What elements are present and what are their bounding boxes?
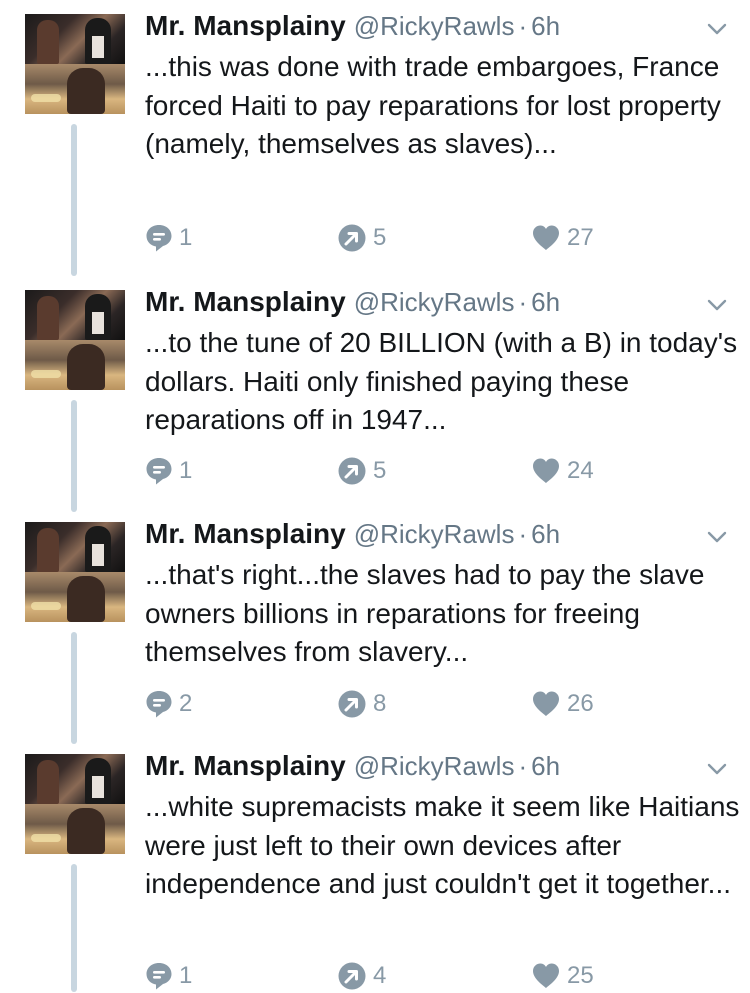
retweet-count: 5 [373,457,387,484]
tweet-text: ...to the tune of 20 BILLION (with a B) … [145,327,738,435]
separator-dot: · [518,287,528,317]
tweet-text: ...white supremacists make it seem like … [145,791,740,899]
retweet-icon [337,961,367,991]
heart-icon [531,690,561,718]
avatar[interactable] [25,290,125,390]
like-button[interactable]: 26 [531,687,594,721]
retweet-count: 5 [373,224,387,251]
reply-count: 1 [179,962,193,989]
thread-line [71,864,77,992]
reply-icon [145,223,173,253]
retweet-button[interactable]: 5 [337,454,386,488]
reply-button[interactable]: 1 [145,221,192,255]
retweet-icon [337,456,367,486]
chevron-down-icon[interactable] [706,294,728,316]
user-handle[interactable]: @RickyRawls [354,751,515,781]
tweet-header: Mr. Mansplainy @RickyRawls · 6h [145,8,560,44]
retweet-count: 8 [373,690,387,717]
tweet-actions: 2 8 26 [145,687,625,721]
reply-icon [145,689,173,719]
display-name[interactable]: Mr. Mansplainy [145,518,346,549]
separator-dot: · [518,751,528,781]
reply-count: 2 [179,690,193,717]
tweet-actions: 1 4 25 [145,959,625,993]
thread-line [71,124,77,276]
like-count: 27 [567,224,594,251]
chevron-down-icon[interactable] [706,526,728,548]
reply-button[interactable]: 2 [145,687,192,721]
chevron-down-icon[interactable] [706,18,728,40]
like-count: 25 [567,962,594,989]
avatar[interactable] [25,14,125,114]
separator-dot: · [518,519,528,549]
timestamp[interactable]: 6h [531,287,560,317]
user-handle[interactable]: @RickyRawls [354,11,515,41]
tweet-text: ...this was done with trade embargoes, F… [145,51,721,159]
tweet[interactable]: Mr. Mansplainy @RickyRawls · 6h ...to the t… [0,276,750,512]
display-name[interactable]: Mr. Mansplainy [145,750,346,781]
separator-dot: · [518,11,528,41]
display-name[interactable]: Mr. Mansplainy [145,286,346,317]
user-handle[interactable]: @RickyRawls [354,519,515,549]
tweet-actions: 1 5 24 [145,454,625,488]
retweet-icon [337,689,367,719]
avatar[interactable] [25,522,125,622]
display-name[interactable]: Mr. Mansplainy [145,10,346,41]
tweet-header: Mr. Mansplainy @RickyRawls · 6h [145,516,560,552]
avatar[interactable] [25,754,125,854]
heart-icon [531,224,561,252]
tweet-text: ...that's right...the slaves had to pay … [145,559,705,667]
thread-line [71,632,77,744]
retweet-icon [337,223,367,253]
timestamp[interactable]: 6h [531,11,560,41]
reply-button[interactable]: 1 [145,959,192,993]
timestamp[interactable]: 6h [531,519,560,549]
reply-button[interactable]: 1 [145,454,192,488]
like-count: 24 [567,457,594,484]
like-count: 26 [567,690,594,717]
reply-icon [145,456,173,486]
chevron-down-icon[interactable] [706,758,728,780]
like-button[interactable]: 27 [531,221,594,255]
tweet[interactable]: Mr. Mansplainy @RickyRawls · 6h ...that's r… [0,508,750,744]
retweet-count: 4 [373,962,387,989]
like-button[interactable]: 24 [531,454,594,488]
tweet[interactable]: Mr. Mansplainy @RickyRawls · 6h ...white su… [0,740,750,992]
timestamp[interactable]: 6h [531,751,560,781]
retweet-button[interactable]: 8 [337,687,386,721]
tweet-actions: 1 5 27 [145,221,625,255]
tweet[interactable]: Mr. Mansplainy @RickyRawls · 6h ...this was… [0,0,750,276]
reply-icon [145,961,173,991]
reply-count: 1 [179,224,193,251]
thread-line [71,400,77,512]
like-button[interactable]: 25 [531,959,594,993]
retweet-button[interactable]: 5 [337,221,386,255]
heart-icon [531,962,561,990]
tweet-header: Mr. Mansplainy @RickyRawls · 6h [145,284,560,320]
user-handle[interactable]: @RickyRawls [354,287,515,317]
retweet-button[interactable]: 4 [337,959,386,993]
reply-count: 1 [179,457,193,484]
heart-icon [531,457,561,485]
tweet-header: Mr. Mansplainy @RickyRawls · 6h [145,748,560,784]
